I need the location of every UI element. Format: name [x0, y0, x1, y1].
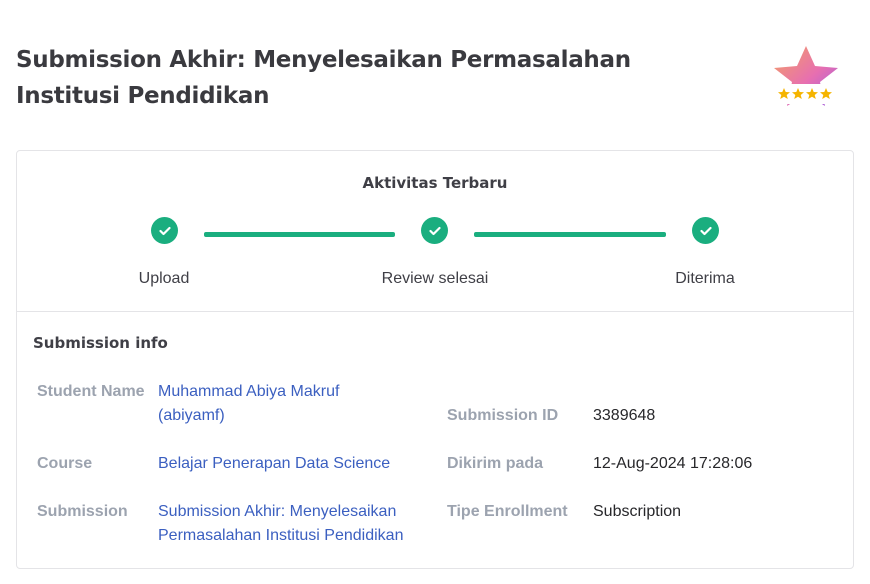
course-link[interactable]: Belajar Penerapan Data Science	[158, 452, 390, 476]
page-title: Submission Akhir: Menyelesaikan Permasal…	[16, 47, 631, 109]
student-name-link[interactable]: Muhammad Abiya Makruf (abiyamf)	[158, 380, 339, 428]
submission-link[interactable]: Submission Akhir: Menyelesaikan Permasal…	[158, 500, 403, 548]
submission-info-title: Submission info	[33, 334, 168, 352]
submission-link-line[interactable]: Submission Akhir: Menyelesaikan	[158, 500, 403, 524]
check-icon	[421, 217, 448, 244]
submission-card: Aktivitas Terbaru Upload Review selesai …	[16, 150, 854, 569]
star-rating-badge-icon	[774, 46, 838, 106]
submission-id-label: Submission ID	[447, 407, 559, 424]
step-label-diterima: Diterima	[675, 270, 735, 287]
submission-link-line[interactable]: Permasalahan Institusi Pendidikan	[158, 524, 403, 548]
submission-label: Submission	[37, 503, 128, 520]
dikirim-pada-value: 12-Aug-2024 17:28:06	[593, 455, 753, 472]
activity-title: Aktivitas Terbaru	[362, 174, 508, 192]
activity-panel: Aktivitas Terbaru Upload Review selesai …	[17, 151, 853, 312]
student-username-text[interactable]: (abiyamf)	[158, 404, 339, 428]
step-label-upload: Upload	[138, 270, 190, 287]
step-label-review: Review selesai	[381, 270, 489, 287]
step-connector	[474, 232, 666, 237]
step-connector	[204, 232, 395, 237]
student-name-label: Student Name	[37, 383, 145, 400]
submission-id-value: 3389648	[593, 407, 656, 424]
check-icon	[151, 217, 178, 244]
check-icon	[692, 217, 719, 244]
student-name-text[interactable]: Muhammad Abiya Makruf	[158, 380, 339, 404]
dikirim-pada-label: Dikirim pada	[447, 455, 544, 472]
tipe-enrollment-value: Subscription	[593, 503, 682, 520]
course-label: Course	[37, 455, 93, 472]
tipe-enrollment-label: Tipe Enrollment	[447, 503, 568, 520]
